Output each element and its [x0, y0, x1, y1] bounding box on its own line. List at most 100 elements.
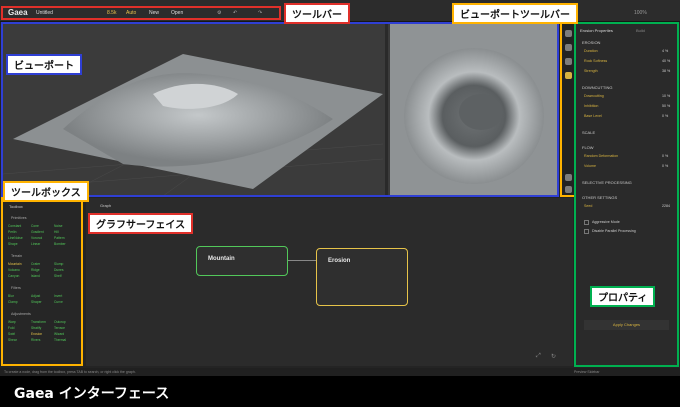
toolbox-node[interactable]: Noise	[54, 224, 62, 228]
toolbox-category[interactable]: Filters	[11, 286, 21, 290]
toolbox-node[interactable]: Voronoi	[31, 236, 42, 240]
apply-changes-button[interactable]: Apply Changes	[584, 320, 669, 330]
properties-section-header[interactable]: EROSION	[582, 40, 600, 45]
toolbox-node[interactable]: Shelf	[54, 274, 62, 278]
open-button[interactable]: Open	[171, 10, 183, 16]
toolbox-node[interactable]: Linear	[31, 242, 40, 246]
property-label: Duration	[584, 49, 598, 53]
property-value[interactable]: 4 %	[662, 49, 668, 53]
property-label: Volume	[584, 164, 596, 168]
caption-text: Gaea インターフェース	[14, 386, 170, 402]
settings-icon[interactable]	[565, 186, 572, 193]
layers-icon[interactable]	[565, 30, 572, 37]
toolbox-node[interactable]: Rivers	[31, 338, 40, 342]
toolbox-node[interactable]: Shaper	[31, 300, 42, 304]
toolbox-node[interactable]: Cone	[31, 224, 39, 228]
toolbox-node[interactable]: Volcano	[8, 268, 20, 272]
property-value[interactable]: 38 %	[662, 69, 670, 73]
property-value[interactable]: 0 %	[662, 164, 668, 168]
properties-section-header[interactable]: FLOW	[582, 145, 594, 150]
toolbox-node[interactable]: Mountain	[8, 262, 22, 266]
toolbox-category[interactable]: Primitives	[11, 216, 27, 220]
toolbox-node[interactable]: Crater	[31, 262, 40, 266]
toolbox-node[interactable]: Adjust	[31, 294, 40, 298]
property-value[interactable]: 0 %	[662, 154, 668, 158]
refresh-icon[interactable]: ↻	[551, 353, 556, 360]
zoom-readout: 100%	[634, 10, 647, 16]
toolbox-node[interactable]: Island	[31, 274, 40, 278]
toolbox-node[interactable]: Erosion	[31, 332, 42, 336]
toolbox-node[interactable]: Clamp	[8, 300, 18, 304]
toolbox-node[interactable]: Stratify	[31, 326, 41, 330]
checkbox[interactable]	[584, 229, 589, 234]
toolbox-node[interactable]: Dunes	[54, 268, 64, 272]
toolbox-node[interactable]: Hill	[54, 230, 59, 234]
toolbox-node[interactable]: Wizard	[54, 332, 64, 336]
toolbox-node[interactable]: Pattern	[54, 236, 65, 240]
resolution-button[interactable]: 8.5k	[107, 10, 116, 16]
fit-icon[interactable]: ⤢	[536, 353, 541, 360]
auto-button[interactable]: Auto	[126, 10, 136, 16]
app-logo: Gaea	[8, 8, 28, 17]
caption-bar: Gaea インターフェース	[0, 376, 680, 407]
toolbox-node[interactable]: Fold	[8, 326, 14, 330]
property-value[interactable]: 40 %	[662, 59, 670, 63]
node-title: Erosion	[328, 258, 351, 264]
toolbox-category[interactable]: Terrain	[11, 254, 22, 258]
grid-icon[interactable]	[565, 72, 572, 79]
properties-section-header[interactable]: DOWNCUTTING	[582, 85, 612, 90]
toolbox-node[interactable]: Thermal	[54, 338, 66, 342]
property-label: Strength	[584, 69, 598, 73]
toolbox-node[interactable]: Outcrop	[54, 320, 66, 324]
property-value[interactable]: 0 %	[662, 114, 668, 118]
toolbox-node[interactable]: Constant	[8, 224, 21, 228]
toolbox-node[interactable]: Blur	[8, 294, 14, 298]
status-right[interactable]: Preview Sidebar	[574, 370, 599, 374]
toolbox-node[interactable]: Bomber	[54, 242, 66, 246]
target-icon[interactable]	[565, 44, 572, 51]
graph-node-erosion[interactable]: Erosion	[316, 248, 408, 306]
property-label: Random Deformation	[584, 154, 619, 158]
property-value[interactable]: 2284	[662, 204, 670, 208]
status-text: To create a node, drag from the toolbox,…	[4, 370, 136, 374]
property-label: Base Level	[584, 114, 602, 118]
toolbox-node[interactable]: Gradient	[31, 230, 44, 234]
new-button[interactable]: New	[149, 10, 159, 16]
toolbox-node[interactable]: Curve	[54, 300, 63, 304]
toolbox-node[interactable]: Ridge	[31, 268, 40, 272]
toolbox-node[interactable]: Canyon	[8, 274, 19, 278]
viewport-label: ビューポート	[6, 54, 82, 75]
gaea-window: Gaea Untitled 8.5k Auto New Open ⚙ ↶ ↷ 1…	[0, 0, 680, 407]
property-label: Rock Softness	[584, 59, 608, 63]
toolbox-node[interactable]: Perlin	[8, 230, 16, 234]
settings-icon[interactable]: ⚙	[217, 10, 221, 16]
toolbox-node[interactable]: Shape	[8, 242, 18, 246]
properties-section-header[interactable]: OTHER SETTINGS	[582, 195, 617, 200]
properties-section-header[interactable]: SELECTIVE PROCESSING	[582, 180, 632, 185]
checkbox[interactable]	[584, 220, 589, 225]
toolbox-node[interactable]: Invert	[54, 294, 62, 298]
property-label: Seed	[584, 204, 593, 208]
toolbox-node[interactable]: Transform	[31, 320, 46, 324]
viewport-toolbar	[562, 24, 575, 196]
graph-node-mountain[interactable]: Mountain	[196, 246, 288, 276]
viewport-3d[interactable]	[3, 24, 558, 196]
toolbox-node[interactable]: Warp	[8, 320, 16, 324]
property-value[interactable]: 10 %	[662, 94, 670, 98]
sun-icon[interactable]	[565, 58, 572, 65]
camera-icon[interactable]	[565, 174, 572, 181]
project-name[interactable]: Untitled	[36, 10, 53, 16]
undo-icon[interactable]: ↶	[233, 10, 237, 16]
toolbox-node[interactable]: Terrace	[54, 326, 65, 330]
tab-build[interactable]: Build	[636, 28, 645, 33]
property-value[interactable]: 50 %	[662, 104, 670, 108]
redo-icon[interactable]: ↷	[258, 10, 262, 16]
properties-section-header[interactable]: SCALE	[582, 130, 595, 135]
toolbox-node[interactable]: Shear	[8, 338, 17, 342]
toolbox-node[interactable]: Swirl	[8, 332, 15, 336]
toolbox-node[interactable]: Slump	[54, 262, 63, 266]
toolbox-category[interactable]: Adjustments	[11, 312, 31, 316]
toolbox-node[interactable]: LineNoise	[8, 236, 23, 240]
properties-title: Erosion Properties	[580, 28, 613, 33]
property-slider[interactable]	[582, 203, 662, 209]
